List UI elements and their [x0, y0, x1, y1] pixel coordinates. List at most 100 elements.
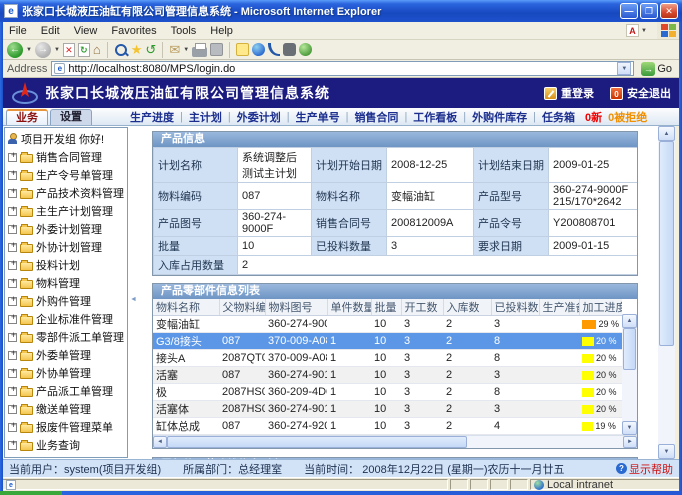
- table-row-selected[interactable]: G3/8接头087370-009-A0840110328 20 %: [153, 333, 622, 350]
- table-row[interactable]: 活塞087360-274-9010F110323 20 %: [153, 367, 622, 384]
- sidebar-item-delivery-note[interactable]: 缴送单管理: [5, 400, 127, 418]
- nav-production-order[interactable]: 生产单号: [296, 109, 340, 125]
- history-button[interactable]: ↺: [145, 42, 156, 58]
- tab-settings[interactable]: 设置: [50, 109, 92, 125]
- expand-icon[interactable]: [8, 189, 17, 198]
- expand-icon[interactable]: [8, 261, 17, 270]
- start-button-fragment[interactable]: [0, 491, 62, 495]
- sidebar-item-business-query[interactable]: 业务查询: [5, 436, 127, 454]
- home-button[interactable]: ⌂: [93, 42, 101, 58]
- sidebar-item-purchased-parts[interactable]: 外购件管理: [5, 292, 127, 310]
- sidebar-item-sales-contract[interactable]: 销售合同管理: [5, 148, 127, 166]
- parts-horizontal-scrollbar[interactable]: ◄ ►: [153, 435, 637, 448]
- nav-work-board[interactable]: 工作看板: [413, 109, 457, 125]
- menu-file[interactable]: File: [9, 25, 27, 37]
- scroll-left-icon[interactable]: ◄: [153, 436, 167, 448]
- scroll-down-icon[interactable]: ▼: [658, 444, 675, 459]
- scroll-thumb[interactable]: [659, 141, 674, 346]
- windows-taskbar[interactable]: [0, 491, 682, 495]
- expand-icon[interactable]: [8, 387, 17, 396]
- discuss-button[interactable]: [236, 43, 249, 56]
- badge-new[interactable]: 0新: [585, 109, 602, 125]
- close-button[interactable]: ✕: [660, 3, 678, 19]
- expand-icon[interactable]: [8, 297, 17, 306]
- menu-help[interactable]: Help: [210, 25, 233, 37]
- chevron-down-icon[interactable]: ▼: [54, 47, 60, 53]
- sidebar-item-product-dispatch[interactable]: 产品派工单管理: [5, 382, 127, 400]
- print-button[interactable]: [192, 43, 207, 57]
- minimize-button[interactable]: —: [620, 3, 638, 19]
- expand-icon[interactable]: [8, 423, 17, 432]
- messenger-button[interactable]: [268, 43, 280, 56]
- go-button[interactable]: →Go: [638, 62, 675, 76]
- expand-icon[interactable]: [8, 153, 17, 162]
- table-row[interactable]: 极2087HS002360-209-4D010110328 20 %: [153, 384, 622, 401]
- expand-icon[interactable]: [8, 369, 17, 378]
- chevron-down-icon[interactable]: ▼: [26, 47, 32, 53]
- sidebar-item-outsource-plan[interactable]: 外委计划管理: [5, 220, 127, 238]
- address-box[interactable]: e ▼: [51, 61, 634, 76]
- table-row[interactable]: 变幅油缸360-274-9000F10323 29 %: [153, 316, 622, 333]
- address-input[interactable]: [68, 63, 614, 75]
- back-button[interactable]: ←▼: [7, 42, 32, 58]
- sidebar-collapse-handle[interactable]: ◄: [130, 296, 137, 303]
- sidebar-item-tech-data[interactable]: 产品技术资料管理: [5, 184, 127, 202]
- logout-button[interactable]: 0安全退出: [610, 85, 671, 101]
- sidebar-item-scrap-mgmt[interactable]: 报废件管理菜单: [5, 418, 127, 436]
- buddy-button[interactable]: [299, 43, 312, 56]
- nav-production-progress[interactable]: 生产进度: [130, 109, 174, 125]
- nav-task-box[interactable]: 任务箱: [542, 109, 575, 125]
- stop-button[interactable]: ✕: [63, 43, 75, 57]
- expand-icon[interactable]: [8, 243, 17, 252]
- edit-button[interactable]: [210, 43, 223, 56]
- table-row[interactable]: 缸体总成087360-274-9200F110324 19 %: [153, 418, 622, 435]
- badge-rejected[interactable]: 0被拒绝: [608, 109, 647, 125]
- table-row[interactable]: 接头A2087QT002370-009-A0850110328 20 %: [153, 350, 622, 367]
- page-vertical-scrollbar[interactable]: ▲ ▼: [658, 126, 675, 459]
- maximize-button[interactable]: ❐: [640, 3, 658, 19]
- table-row[interactable]: 活塞体2087HS002360-274-9011W110323 20 %: [153, 401, 622, 418]
- show-help-link[interactable]: ?显示帮助: [616, 461, 673, 477]
- scroll-up-icon[interactable]: ▲: [658, 126, 675, 141]
- scroll-down-icon[interactable]: ▼: [622, 421, 637, 435]
- menu-edit[interactable]: Edit: [41, 25, 60, 37]
- menu-tools[interactable]: Tools: [171, 25, 197, 37]
- sidebar-item-production-order[interactable]: 生产令号单管理: [5, 166, 127, 184]
- relogin-button[interactable]: 重登录: [544, 85, 594, 101]
- refresh-button[interactable]: ↻: [78, 43, 90, 57]
- expand-icon[interactable]: [8, 315, 17, 324]
- scroll-thumb[interactable]: [167, 436, 467, 448]
- expand-icon[interactable]: [8, 207, 17, 216]
- sidebar-item-standard-parts[interactable]: 企业标准件管理: [5, 310, 127, 328]
- menu-view[interactable]: View: [74, 25, 98, 37]
- title-bar[interactable]: e 张家口长城液压油缸有限公司管理信息系统 - Microsoft Intern…: [0, 0, 682, 22]
- menu-favorites[interactable]: Favorites: [111, 25, 156, 37]
- forward-button[interactable]: →▼: [35, 42, 60, 58]
- nav-master-plan[interactable]: 主计划: [189, 109, 222, 125]
- tab-business[interactable]: 业务: [6, 109, 48, 125]
- scroll-up-icon[interactable]: ▲: [622, 314, 637, 328]
- scroll-right-icon[interactable]: ►: [623, 436, 637, 448]
- adobe-pdf-button[interactable]: A▼: [626, 24, 647, 37]
- favorites-button[interactable]: ★: [131, 42, 143, 58]
- expand-icon[interactable]: [8, 333, 17, 342]
- nav-outsource-plan[interactable]: 外委计划: [237, 109, 281, 125]
- expand-icon[interactable]: [8, 279, 17, 288]
- nav-sales-contract[interactable]: 销售合同: [354, 109, 398, 125]
- expand-icon[interactable]: [8, 405, 17, 414]
- expand-icon[interactable]: [8, 441, 17, 450]
- msn-button[interactable]: [252, 43, 265, 56]
- scroll-thumb[interactable]: [623, 328, 636, 370]
- expand-icon[interactable]: [8, 225, 17, 234]
- expand-icon[interactable]: [8, 171, 17, 180]
- expand-icon[interactable]: [8, 351, 17, 360]
- nav-purchased-stock[interactable]: 外购件库存: [472, 109, 527, 125]
- sidebar-item-business-change[interactable]: 业务更改: [5, 454, 127, 458]
- search-button[interactable]: [114, 43, 128, 57]
- sidebar-item-feeding-plan[interactable]: 投料计划: [5, 256, 127, 274]
- address-dropdown-button[interactable]: ▼: [617, 62, 631, 75]
- sidebar-item-parts-dispatch[interactable]: 零部件派工单管理: [5, 328, 127, 346]
- sidebar-item-master-plan[interactable]: 主生产计划管理: [5, 202, 127, 220]
- research-button[interactable]: [283, 43, 296, 56]
- mail-button[interactable]: ✉▼: [169, 42, 189, 58]
